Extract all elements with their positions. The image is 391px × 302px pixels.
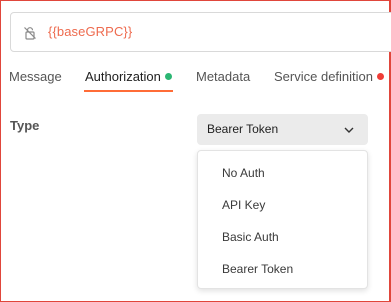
url-value: {{baseGRPC}} — [48, 24, 133, 39]
auth-type-selected-value: Bearer Token — [207, 122, 279, 136]
auth-option-no-auth[interactable]: No Auth — [222, 166, 265, 180]
auth-option-basic-auth[interactable]: Basic Auth — [222, 230, 279, 244]
tab-metadata-label: Metadata — [196, 69, 251, 84]
request-tabs: Message Authorization Metadata Service d… — [1, 65, 391, 93]
tab-service-definition[interactable]: Service definition — [274, 69, 384, 84]
tab-service-definition-label: Service definition — [274, 69, 373, 84]
tab-message[interactable]: Message — [9, 69, 62, 84]
tab-metadata[interactable]: Metadata — [196, 69, 250, 84]
status-dot-red — [377, 73, 384, 81]
status-dot-green — [164, 73, 172, 81]
auth-type-dropdown-menu: No Auth API Key Basic Auth Bearer Token — [197, 150, 368, 289]
lock-off-icon — [24, 27, 36, 40]
tab-authorization[interactable]: Authorization — [85, 69, 172, 84]
auth-option-bearer-token[interactable]: Bearer Token — [222, 262, 293, 276]
auth-option-api-key[interactable]: API Key — [222, 198, 265, 212]
chevron-down-icon — [344, 127, 354, 133]
window-frame: {{baseGRPC}} Message Authorization Metad… — [0, 0, 391, 302]
active-tab-underline — [84, 90, 173, 92]
auth-type-label: Type — [10, 118, 40, 133]
tab-message-label: Message — [9, 69, 62, 84]
auth-type-select[interactable]: Bearer Token — [197, 114, 368, 145]
tab-authorization-label: Authorization — [85, 69, 161, 84]
url-input[interactable]: {{baseGRPC}} — [10, 12, 391, 52]
